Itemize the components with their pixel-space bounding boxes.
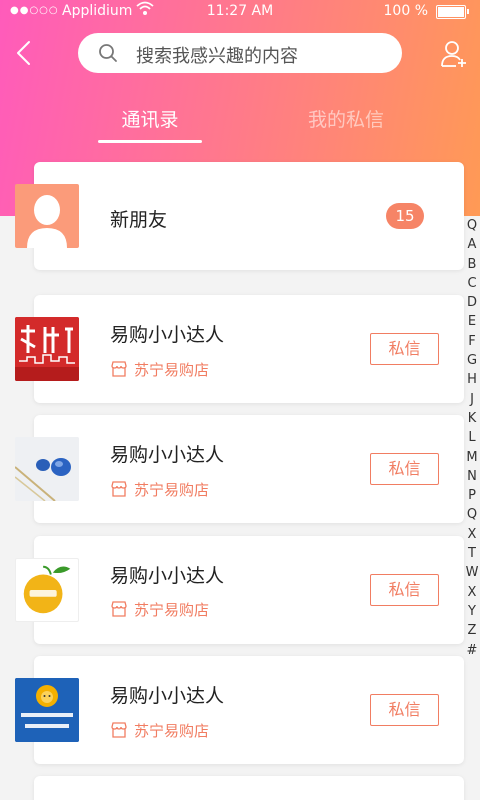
battery-percent: 100 % — [383, 3, 428, 19]
tab-contacts[interactable]: 通讯录 — [98, 105, 202, 132]
product-photo-icon — [15, 437, 79, 501]
contact-store-label: 苏宁易购店 — [134, 361, 210, 379]
contact-avatar — [15, 558, 79, 622]
contact-card[interactable] — [34, 776, 464, 800]
index-letter[interactable]: D — [462, 293, 480, 312]
shop-icon — [111, 361, 127, 377]
new-friends-count-badge: 15 — [386, 203, 424, 229]
index-letter[interactable]: P — [462, 486, 480, 505]
back-button[interactable] — [10, 38, 40, 68]
shop-icon — [111, 722, 127, 738]
private-message-button[interactable]: 私信 — [370, 694, 439, 726]
index-letter[interactable]: N — [462, 467, 480, 486]
add-user-icon — [441, 41, 466, 67]
index-letter[interactable]: X — [462, 583, 480, 602]
chevron-left-icon — [17, 41, 30, 65]
lion-logo-icon — [15, 678, 79, 742]
index-letter[interactable]: J — [462, 390, 480, 409]
contact-store: 苏宁易购店 — [110, 599, 209, 620]
index-letter[interactable]: Q — [462, 505, 480, 524]
active-tab-indicator — [98, 140, 202, 143]
index-letter[interactable]: H — [462, 370, 480, 389]
contact-name: 易购小小达人 — [110, 444, 225, 466]
index-letter[interactable]: F — [462, 332, 480, 351]
index-letter[interactable]: A — [462, 235, 480, 254]
fruit-logo-icon — [23, 565, 71, 614]
index-letter[interactable]: Y — [462, 602, 480, 621]
private-message-button[interactable]: 私信 — [370, 574, 439, 606]
index-letter[interactable]: T — [462, 544, 480, 563]
contact-name: 易购小小达人 — [110, 324, 225, 346]
index-letter[interactable]: M — [462, 448, 480, 467]
contact-avatar — [15, 678, 79, 742]
alphabet-index[interactable]: Q A B C D E F G H J K L M N P Q X T W X … — [462, 216, 480, 660]
index-letter[interactable]: Q — [462, 216, 480, 235]
shop-icon — [111, 601, 127, 617]
status-bar: ●●○○○ Applidium 11:27 AM 100 % — [0, 0, 480, 24]
contact-avatar — [15, 317, 79, 381]
index-letter[interactable]: L — [462, 428, 480, 447]
tab-messages[interactable]: 我的私信 — [290, 105, 402, 132]
contact-store-label: 苏宁易购店 — [134, 601, 210, 619]
index-letter[interactable]: W — [462, 563, 480, 582]
index-letter[interactable]: X — [462, 525, 480, 544]
search-placeholder: 搜索我感兴趣的内容 — [136, 46, 298, 67]
contact-store: 苏宁易购店 — [110, 359, 209, 380]
index-letter[interactable]: # — [462, 641, 480, 660]
contact-avatar — [15, 437, 79, 501]
private-message-button[interactable]: 私信 — [370, 333, 439, 365]
contact-store: 苏宁易购店 — [110, 479, 209, 500]
index-letter[interactable]: B — [462, 255, 480, 274]
new-friends-avatar — [15, 184, 79, 248]
index-letter[interactable]: E — [462, 312, 480, 331]
store-logo-icon — [15, 317, 79, 381]
shop-icon — [111, 481, 127, 497]
contact-name: 易购小小达人 — [110, 565, 225, 587]
index-letter[interactable]: K — [462, 409, 480, 428]
index-letter[interactable]: C — [462, 274, 480, 293]
contact-name: 易购小小达人 — [110, 685, 225, 707]
person-icon — [27, 195, 67, 248]
search-input[interactable]: 搜索我感兴趣的内容 — [78, 33, 402, 73]
index-letter[interactable]: Z — [462, 621, 480, 640]
contact-store: 苏宁易购店 — [110, 720, 209, 741]
private-message-button[interactable]: 私信 — [370, 453, 439, 485]
index-letter[interactable]: G — [462, 351, 480, 370]
search-icon — [99, 44, 117, 62]
contact-store-label: 苏宁易购店 — [134, 722, 210, 740]
new-friends-label: 新朋友 — [110, 209, 168, 231]
add-friend-button[interactable] — [440, 38, 470, 70]
battery-icon — [436, 5, 469, 19]
contact-store-label: 苏宁易购店 — [134, 481, 210, 499]
